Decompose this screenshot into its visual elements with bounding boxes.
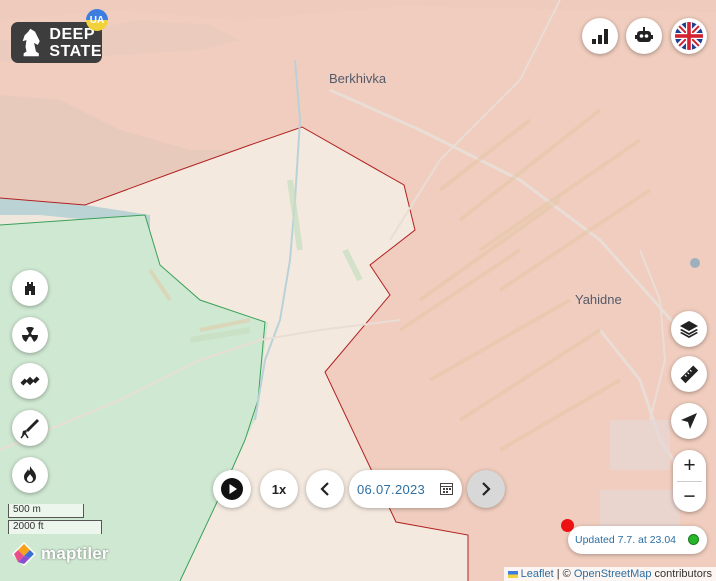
robot-icon xyxy=(635,27,653,42)
radiation-button[interactable] xyxy=(12,317,48,353)
satellite-icon xyxy=(20,376,40,386)
fortification-icon xyxy=(25,282,35,295)
stats-button[interactable] xyxy=(582,18,618,54)
bot-button[interactable] xyxy=(626,18,662,54)
calendar-icon[interactable] xyxy=(440,482,453,495)
place-label-berkhivka: Berkhivka xyxy=(329,71,387,86)
uk-flag-icon xyxy=(675,22,703,50)
missile-button[interactable] xyxy=(12,410,48,446)
chevron-right-icon xyxy=(482,482,491,496)
knight-icon xyxy=(22,28,40,57)
play-icon xyxy=(221,478,243,500)
attribution-separator: | © xyxy=(553,568,574,580)
layers-icon xyxy=(680,321,698,338)
date-value: 06.07.2023 xyxy=(357,481,426,497)
update-status: Updated 7.7. at 23.04 xyxy=(568,526,707,554)
previous-date-button[interactable] xyxy=(306,470,344,508)
fire-icon xyxy=(24,466,36,483)
deepstate-logo[interactable]: DEEP STATE xyxy=(11,22,102,63)
zoom-out-button[interactable]: − xyxy=(673,481,706,512)
locate-button[interactable] xyxy=(671,403,707,439)
locate-icon xyxy=(681,413,697,429)
scale-metric: 500 m xyxy=(8,504,84,518)
maptiler-icon xyxy=(12,542,36,566)
openstreetmap-link[interactable]: OpenStreetMap xyxy=(574,568,652,580)
radiation-icon xyxy=(21,326,39,342)
ua-badge: UA xyxy=(86,9,108,31)
maptiler-logo[interactable]: maptiler xyxy=(11,541,109,567)
attribution-suffix: contributors xyxy=(651,568,712,580)
place-label-yahidne: Yahidne xyxy=(575,292,622,307)
maptiler-wordmark: maptiler xyxy=(41,544,109,563)
map-attribution: Leaflet | © OpenStreetMap contributors xyxy=(503,567,716,581)
speed-button[interactable]: 1x xyxy=(260,470,298,508)
ukraine-flag-icon xyxy=(507,570,518,578)
ruler-button[interactable] xyxy=(671,356,707,392)
next-date-button[interactable] xyxy=(467,470,505,508)
ruler-icon xyxy=(680,365,699,384)
status-indicator xyxy=(688,534,699,545)
layers-button[interactable] xyxy=(671,311,707,347)
update-status-text: Updated 7.7. at 23.04 xyxy=(575,534,676,546)
fire-button[interactable] xyxy=(12,457,48,493)
chevron-left-icon xyxy=(320,482,329,496)
fortification-button[interactable] xyxy=(12,270,48,306)
logo-line2: STATE xyxy=(49,42,102,60)
satellite-button[interactable] xyxy=(12,363,48,399)
missile-icon xyxy=(20,419,39,439)
scale-imperial: 2000 ft xyxy=(8,520,102,534)
date-picker[interactable]: 06.07.2023 xyxy=(349,470,462,508)
play-button[interactable] xyxy=(213,470,251,508)
bar-chart-icon xyxy=(592,29,608,44)
zoom-in-button[interactable]: + xyxy=(673,450,706,481)
leaflet-link[interactable]: Leaflet xyxy=(521,568,554,580)
language-button[interactable] xyxy=(671,18,707,54)
zoom-control: + − xyxy=(673,450,706,512)
